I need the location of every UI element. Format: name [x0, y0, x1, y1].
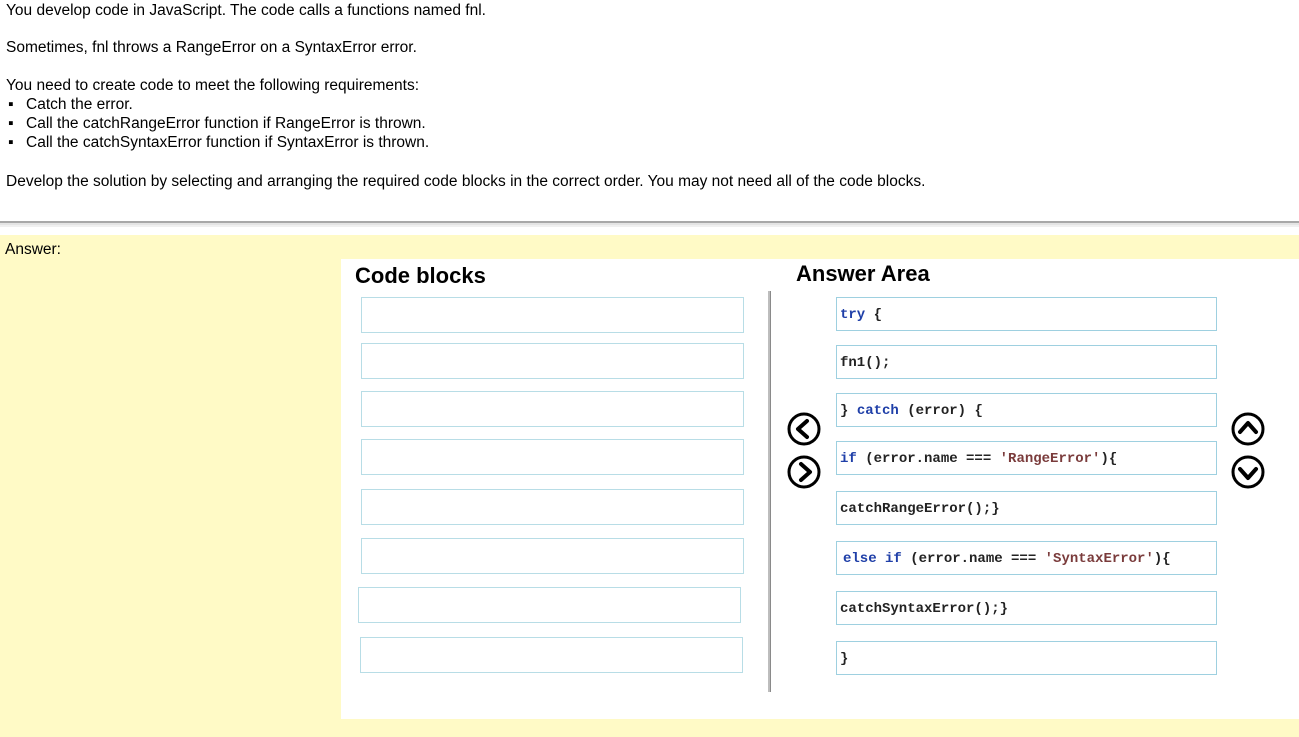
question-line-1: You develop code in JavaScript. The code… — [6, 2, 486, 19]
answer-code-block[interactable]: if (error.name === 'RangeError'){ — [836, 441, 1217, 475]
answer-code-block[interactable]: else if (error.name === 'SyntaxError'){ — [836, 541, 1217, 575]
answer-code-block[interactable]: catchSyntaxError();} — [836, 591, 1217, 625]
requirement-item: ▪ Call the catchRangeError function if Ra… — [8, 115, 426, 132]
move-up-button[interactable] — [1231, 412, 1265, 446]
move-left-button[interactable] — [787, 412, 821, 446]
code-block-slot[interactable] — [361, 489, 744, 525]
code-block-slot[interactable] — [358, 587, 741, 623]
code-blocks-heading: Code blocks — [355, 263, 486, 288]
chevron-down-circle-icon — [1231, 455, 1265, 489]
answer-code-block[interactable]: } catch (error) { — [836, 393, 1217, 427]
chevron-right-circle-icon — [787, 455, 821, 489]
answer-label: Answer: — [5, 241, 61, 258]
move-down-button[interactable] — [1231, 455, 1265, 489]
answer-code-block[interactable]: } — [836, 641, 1217, 675]
move-right-button[interactable] — [787, 455, 821, 489]
question-line-3: You need to create code to meet the foll… — [6, 77, 420, 94]
section-divider — [0, 221, 1299, 227]
question-line-2: Sometimes, fnl throws a RangeError on a … — [6, 39, 417, 56]
code-block-slot[interactable] — [361, 297, 744, 333]
answer-code-block[interactable]: fn1(); — [836, 345, 1217, 379]
requirement-item: ▪ Catch the error. — [8, 96, 133, 113]
code-block-slot[interactable] — [361, 391, 744, 427]
chevron-up-circle-icon — [1231, 412, 1265, 446]
code-block-slot[interactable] — [360, 637, 743, 673]
column-separator — [768, 291, 771, 692]
chevron-left-circle-icon — [787, 412, 821, 446]
requirement-item: ▪ Call the catchSyntaxError function if S… — [8, 134, 430, 151]
question-line-4: Develop the solution by selecting and ar… — [6, 173, 926, 190]
code-block-slot[interactable] — [361, 343, 744, 379]
requirements-list: ▪ Catch the error. ▪ Call the catchRangeEr… — [6, 95, 429, 152]
code-block-slot[interactable] — [361, 538, 744, 574]
answer-code-block[interactable]: try { — [836, 297, 1217, 331]
code-block-slot[interactable] — [361, 439, 744, 475]
answer-area-heading: Answer Area — [796, 261, 930, 286]
answer-code-block[interactable]: catchRangeError();} — [836, 491, 1217, 525]
